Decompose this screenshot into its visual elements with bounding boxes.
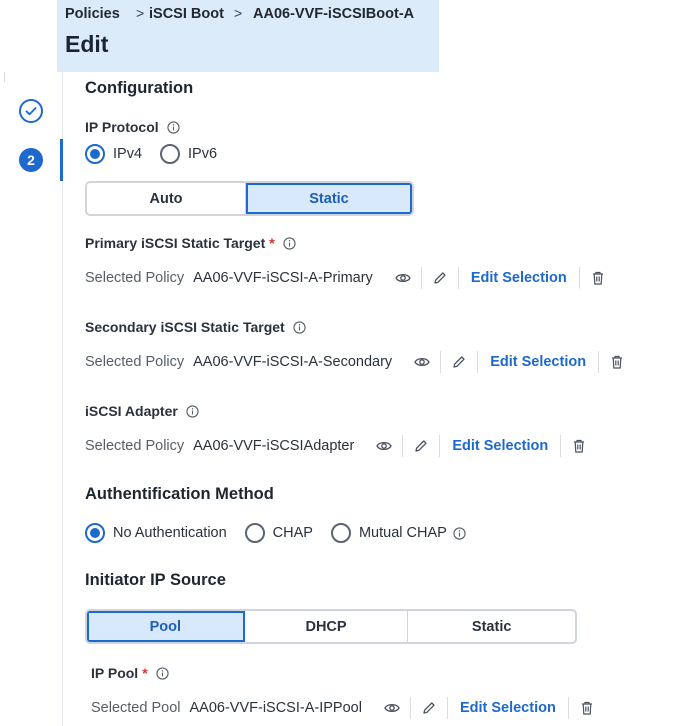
required-mark: * bbox=[269, 235, 275, 251]
eye-icon[interactable] bbox=[376, 438, 393, 454]
radio-mutual-chap-label: Mutual CHAP bbox=[358, 525, 447, 541]
ip-pool-label-text: IP Pool bbox=[91, 665, 139, 681]
divider bbox=[457, 267, 459, 289]
initiator-pool-button[interactable]: Pool bbox=[87, 611, 245, 642]
info-icon[interactable] bbox=[167, 120, 180, 134]
divider bbox=[560, 435, 562, 457]
info-icon[interactable] bbox=[293, 320, 306, 334]
radio-ipv6[interactable]: IPv6 bbox=[160, 144, 217, 164]
eye-icon[interactable] bbox=[384, 700, 400, 716]
primary-target-selection: Selected Policy AA06-VVF-iSCSI-A-Primary… bbox=[85, 267, 606, 289]
pencil-icon[interactable] bbox=[413, 438, 429, 454]
adapter-selection: Selected Policy AA06-VVF-iSCSIAdapter Ed… bbox=[85, 435, 587, 457]
info-icon[interactable] bbox=[186, 404, 199, 418]
radio-ipv4-label: IPv4 bbox=[113, 146, 143, 162]
ip-pool-selection: Selected Pool AA06-VVF-iSCSI-A-IPPool Ed… bbox=[91, 697, 595, 719]
divider bbox=[439, 435, 441, 457]
secondary-target-label-text: Secondary iSCSI Static Target bbox=[85, 319, 285, 335]
divider bbox=[420, 267, 422, 289]
initiator-static-button[interactable]: Static bbox=[408, 611, 575, 642]
address-mode-toggle: Auto Static bbox=[85, 181, 414, 216]
divider bbox=[440, 351, 442, 373]
step-active-indicator bbox=[60, 139, 63, 181]
radio-no-authentication[interactable]: No Authentication bbox=[85, 523, 227, 543]
eye-icon[interactable] bbox=[414, 354, 430, 370]
divider bbox=[578, 267, 580, 289]
primary-target-label-text: Primary iSCSI Static Target bbox=[85, 235, 266, 251]
trash-icon[interactable] bbox=[609, 354, 625, 370]
divider bbox=[402, 435, 404, 457]
divider bbox=[567, 697, 569, 719]
step-2-current[interactable]: 2 bbox=[19, 148, 43, 172]
required-mark: * bbox=[142, 665, 148, 681]
selected-policy-label: Selected Policy bbox=[85, 438, 185, 454]
pencil-icon[interactable] bbox=[421, 700, 437, 716]
info-icon[interactable] bbox=[283, 236, 296, 250]
radio-no-authentication-control[interactable] bbox=[85, 523, 105, 543]
adapter-edit-selection-link[interactable]: Edit Selection bbox=[452, 438, 548, 454]
ip-pool-label: IP Pool * bbox=[91, 665, 169, 681]
breadcrumb-separator: > bbox=[136, 5, 145, 21]
info-icon[interactable] bbox=[453, 526, 466, 540]
radio-chap-label: CHAP bbox=[272, 525, 313, 541]
configuration-title: Configuration bbox=[85, 79, 194, 97]
trash-icon[interactable] bbox=[571, 438, 587, 454]
initiator-source-toggle: Pool DHCP Static bbox=[85, 609, 577, 644]
page-header: Policies > iSCSI Boot > AA06-VVF-iSCSIBo… bbox=[57, 0, 439, 72]
divider bbox=[598, 351, 600, 373]
secondary-target-value: AA06-VVF-iSCSI-A-Secondary bbox=[193, 354, 393, 370]
trash-icon[interactable] bbox=[590, 270, 606, 286]
ip-protocol-label-text: IP Protocol bbox=[85, 119, 159, 135]
secondary-target-label: Secondary iSCSI Static Target bbox=[85, 319, 306, 335]
selected-policy-label: Selected Policy bbox=[85, 270, 185, 286]
divider bbox=[477, 351, 479, 373]
divider bbox=[409, 697, 411, 719]
authentication-title: Authentification Method bbox=[85, 485, 274, 503]
selected-policy-label: Selected Policy bbox=[85, 354, 185, 370]
info-icon[interactable] bbox=[156, 666, 169, 680]
address-mode-static-button[interactable]: Static bbox=[246, 183, 412, 214]
pencil-icon[interactable] bbox=[451, 354, 467, 370]
initiator-dhcp-button[interactable]: DHCP bbox=[245, 611, 409, 642]
breadcrumb-iscsi-boot[interactable]: iSCSI Boot bbox=[149, 6, 224, 22]
step-1-complete[interactable] bbox=[19, 99, 43, 123]
radio-ipv4-control[interactable] bbox=[85, 144, 105, 164]
radio-mutual-chap[interactable]: Mutual CHAP bbox=[330, 523, 447, 543]
radio-chap[interactable]: CHAP bbox=[244, 523, 313, 543]
pencil-icon[interactable] bbox=[432, 270, 448, 286]
selected-pool-label: Selected Pool bbox=[91, 700, 181, 716]
primary-target-label: Primary iSCSI Static Target * bbox=[85, 235, 296, 251]
radio-ipv4[interactable]: IPv4 bbox=[85, 144, 142, 164]
check-icon bbox=[25, 107, 37, 116]
adapter-label-text: iSCSI Adapter bbox=[85, 403, 178, 419]
address-mode-auto-button[interactable]: Auto bbox=[87, 183, 247, 214]
ip-protocol-label: IP Protocol bbox=[85, 119, 180, 135]
primary-edit-selection-link[interactable]: Edit Selection bbox=[471, 270, 567, 286]
authentication-radio-group: No Authentication CHAP Mutual CHAP bbox=[85, 523, 466, 543]
radio-mutual-chap-control[interactable] bbox=[330, 523, 351, 543]
initiator-title: Initiator IP Source bbox=[85, 571, 226, 589]
secondary-edit-selection-link[interactable]: Edit Selection bbox=[490, 354, 586, 370]
page-title: Edit bbox=[65, 31, 109, 57]
ip-pool-value: AA06-VVF-iSCSI-A-IPPool bbox=[189, 700, 362, 716]
breadcrumb-policy-name: AA06-VVF-iSCSIBoot-A bbox=[253, 6, 415, 22]
radio-ipv6-control[interactable] bbox=[160, 144, 181, 164]
ip-protocol-radio-group: IPv4 IPv6 bbox=[85, 144, 217, 164]
radio-chap-control[interactable] bbox=[244, 523, 265, 543]
breadcrumb-policies[interactable]: Policies bbox=[65, 6, 120, 22]
secondary-target-selection: Selected Policy AA06-VVF-iSCSI-A-Seconda… bbox=[85, 351, 625, 373]
trash-icon[interactable] bbox=[579, 700, 595, 716]
divider bbox=[446, 697, 448, 719]
primary-target-value: AA06-VVF-iSCSI-A-Primary bbox=[193, 270, 373, 286]
panel-edge bbox=[4, 72, 5, 82]
ip-pool-edit-selection-link[interactable]: Edit Selection bbox=[460, 700, 556, 716]
radio-ipv6-label: IPv6 bbox=[188, 146, 218, 162]
eye-icon[interactable] bbox=[395, 270, 411, 286]
radio-no-authentication-label: No Authentication bbox=[113, 525, 227, 541]
breadcrumb-separator: > bbox=[234, 5, 243, 21]
adapter-value: AA06-VVF-iSCSIAdapter bbox=[193, 438, 355, 454]
adapter-label: iSCSI Adapter bbox=[85, 403, 199, 419]
